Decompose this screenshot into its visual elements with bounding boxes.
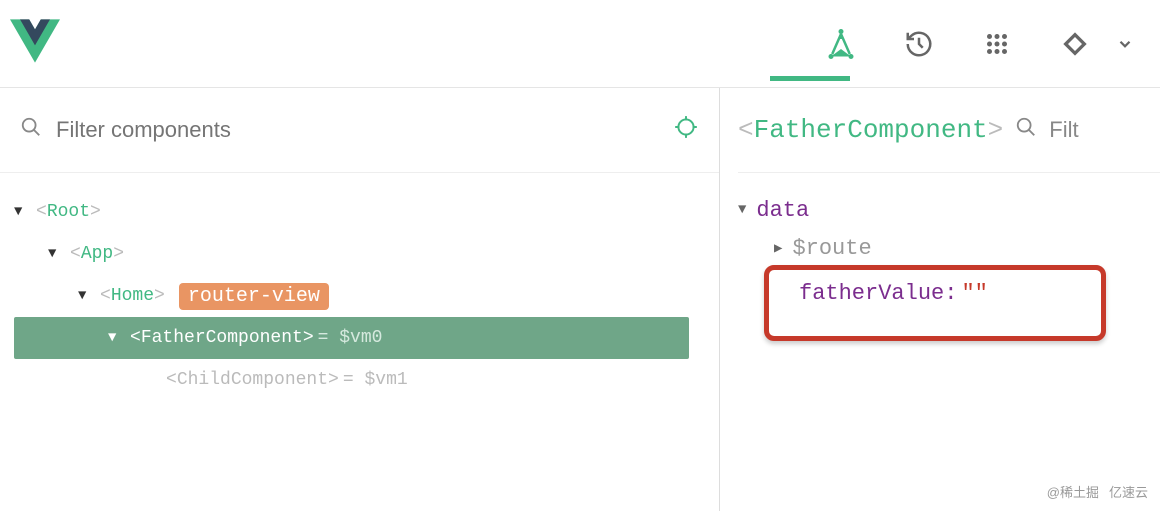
search-icon (20, 116, 42, 144)
vue-logo (10, 19, 60, 69)
caret-icon[interactable]: ▼ (738, 202, 746, 218)
main-panels: ▼ <Root> ▼ <App> ▼ <Home> router-view ▼ … (0, 88, 1160, 511)
caret-icon[interactable]: ▶ (774, 240, 782, 257)
inspector-panel: <FatherComponent> Filt ▼ data ▶ $route f… (720, 88, 1160, 511)
vuex-tab-icon[interactable] (982, 29, 1012, 59)
data-property-fathervalue[interactable]: fatherValue: "" (799, 274, 1085, 312)
caret-icon[interactable]: ▼ (78, 288, 92, 304)
tree-item-root[interactable]: ▼ <Root> (14, 191, 719, 233)
caret-icon[interactable]: ▼ (108, 330, 122, 346)
history-tab-icon[interactable] (904, 29, 934, 59)
tree-item-home[interactable]: ▼ <Home> router-view (14, 275, 719, 317)
vm-ref: = $vm0 (318, 328, 383, 348)
tree-item-app[interactable]: ▼ <App> (14, 233, 719, 275)
active-tab-indicator (770, 76, 850, 81)
toolbar (826, 29, 1140, 59)
component-tree: ▼ <Root> ▼ <App> ▼ <Home> router-view ▼ … (0, 173, 719, 401)
caret-icon[interactable]: ▼ (48, 246, 62, 262)
inspector-header: <FatherComponent> Filt (738, 88, 1160, 173)
highlighted-property: fatherValue: "" (764, 265, 1106, 341)
component-tree-panel: ▼ <Root> ▼ <App> ▼ <Home> router-view ▼ … (0, 88, 720, 511)
tree-item-father-component[interactable]: ▼ <FatherComponent> = $vm0 (14, 317, 689, 359)
header (0, 0, 1160, 88)
routes-tab-icon[interactable] (1060, 29, 1090, 59)
target-icon[interactable] (673, 114, 699, 146)
filter-components-input[interactable] (56, 117, 659, 143)
data-property-route[interactable]: ▶ $route (738, 229, 1160, 267)
filter-inspector-input[interactable]: Filt (1049, 117, 1078, 143)
data-section: ▼ data ▶ $route fatherValue: "" (738, 173, 1160, 341)
tree-item-child-component[interactable]: <ChildComponent> = $vm1 (14, 359, 719, 401)
caret-icon[interactable]: ▼ (14, 204, 28, 220)
selected-component-name: <FatherComponent> (738, 115, 1003, 145)
data-section-header[interactable]: ▼ data (738, 191, 1160, 229)
router-view-badge: router-view (179, 283, 329, 310)
components-tab-icon[interactable] (826, 29, 856, 59)
watermark: @稀土掘 亿速云 (1047, 482, 1148, 501)
chevron-down-icon[interactable] (1110, 29, 1140, 59)
filter-row (0, 88, 719, 173)
vm-ref: = $vm1 (343, 370, 408, 390)
search-icon[interactable] (1015, 116, 1037, 144)
